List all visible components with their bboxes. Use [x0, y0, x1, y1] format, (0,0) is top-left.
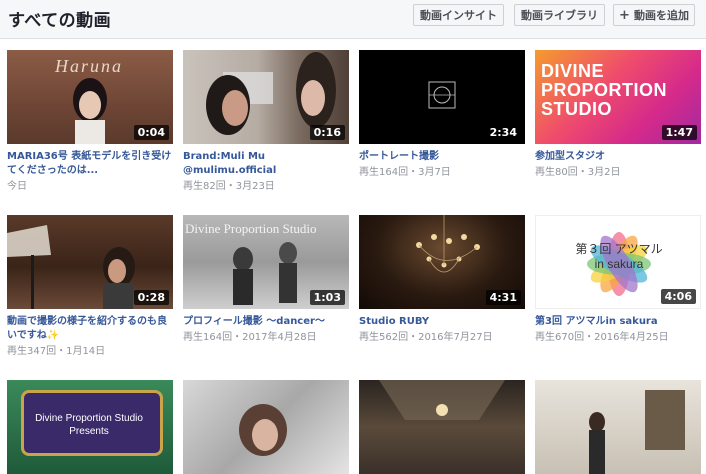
video-card[interactable]: Divine Proportion Studio 1:03 プロフィール撮影 〜… [183, 215, 349, 344]
video-card[interactable]: 4:31 Studio RUBY 再生562回・2016年7月27日 [359, 215, 525, 344]
video-title-link[interactable]: 動画で撮影の様子を紹介するのも良いですね✨ [7, 315, 173, 343]
add-video-button[interactable]: + 動画を追加 [613, 4, 695, 26]
video-meta: 再生164回・2017年4月28日 [183, 332, 317, 343]
video-thumbnail[interactable]: 4:31 [359, 215, 525, 309]
video-card[interactable]: 0:16 Brand:Muli Mu @mulimu.official Styl… [183, 50, 349, 193]
video-duration: 2:34 [485, 125, 521, 140]
video-meta: 今日 [7, 181, 27, 192]
interior-graphic [379, 380, 505, 420]
video-thumbnail[interactable]: Divine Proportion Studio Presents [7, 380, 173, 474]
video-title-link[interactable]: Studio RUBY [359, 315, 525, 329]
video-duration: 4:31 [485, 290, 521, 305]
video-title-link[interactable]: プロフィール撮影 〜dancer〜 [183, 315, 349, 329]
video-insights-button[interactable]: 動画インサイト [413, 4, 504, 26]
video-meta: 再生562回・2016年7月27日 [359, 332, 493, 343]
video-meta: 再生164回・3月7日 [359, 167, 451, 178]
video-duration: 1:47 [661, 125, 697, 140]
video-duration: 4:06 [660, 289, 696, 304]
video-card[interactable]: 第３回 アツマル in sakura 4:06 第3回 アツマルin sakur… [535, 215, 701, 344]
video-title-link[interactable]: MARIA36号 表紙モデルを引き受けてくださったのは... [7, 150, 173, 178]
room-graphic [589, 390, 685, 474]
video-thumbnail[interactable]: DIVINE PROPORTION STUDIO 1:47 [535, 50, 701, 144]
plus-icon: + [619, 7, 630, 23]
video-duration: 0:16 [309, 125, 345, 140]
add-video-label: 動画を追加 [633, 9, 689, 22]
video-card[interactable] [183, 380, 349, 474]
video-thumbnail[interactable]: Haruna 0:04 [7, 50, 173, 144]
video-library-button[interactable]: 動画ライブラリ [514, 4, 605, 26]
video-card[interactable]: 0:28 動画で撮影の様子を紹介するのも良いですね✨ 再生347回・1月14日 [7, 215, 173, 358]
video-thumbnail[interactable]: Divine Proportion Studio 1:03 [183, 215, 349, 309]
video-thumbnail[interactable]: 0:16 [183, 50, 349, 144]
video-thumbnail[interactable]: 第３回 アツマル in sakura 4:06 [535, 215, 701, 309]
page-title: すべての動画 [8, 11, 112, 31]
thumbnail-caption: DIVINE PROPORTION STUDIO [541, 61, 668, 119]
video-thumbnail[interactable]: 2:34 [359, 50, 525, 144]
video-card[interactable]: Haruna 0:04 MARIA36号 表紙モデルを引き受けてくださったのは.… [7, 50, 173, 193]
video-duration: 0:28 [133, 290, 169, 305]
video-title-link[interactable]: 第3回 アツマルin sakura [535, 315, 701, 329]
video-title-link[interactable]: 参加型スタジオ [535, 150, 701, 164]
video-card[interactable] [359, 380, 525, 474]
video-duration: 1:03 [309, 290, 345, 305]
video-meta: 再生347回・1月14日 [7, 346, 106, 357]
video-meta: 再生670回・2016年4月25日 [535, 332, 669, 343]
video-title-link[interactable]: Brand:Muli Mu @mulimu.official Styling:Z… [183, 150, 349, 178]
video-card[interactable] [535, 380, 701, 474]
video-card[interactable]: Divine Proportion Studio Presents [7, 380, 173, 474]
video-title-link[interactable]: ポートレート撮影 [359, 150, 525, 164]
thumbnail-caption: Divine Proportion Studio Presents [35, 413, 143, 437]
video-card[interactable]: DIVINE PROPORTION STUDIO 1:47 参加型スタジオ 再生… [535, 50, 701, 179]
video-meta: 再生82回・3月23日 [183, 181, 275, 192]
video-card[interactable]: 2:34 ポートレート撮影 再生164回・3月7日 [359, 50, 525, 179]
video-thumbnail[interactable]: 0:28 [7, 215, 173, 309]
thumbnail-caption: 第３回 アツマル in sakura [575, 242, 663, 271]
video-thumbnail[interactable] [535, 380, 701, 474]
video-duration: 0:04 [133, 125, 169, 140]
portrait-graphic [239, 404, 287, 456]
page-header: すべての動画 動画インサイト 動画ライブラリ + 動画を追加 [0, 0, 706, 39]
video-thumbnail[interactable] [183, 380, 349, 474]
video-meta: 再生80回・3月2日 [535, 167, 621, 178]
video-thumbnail[interactable] [359, 380, 525, 474]
